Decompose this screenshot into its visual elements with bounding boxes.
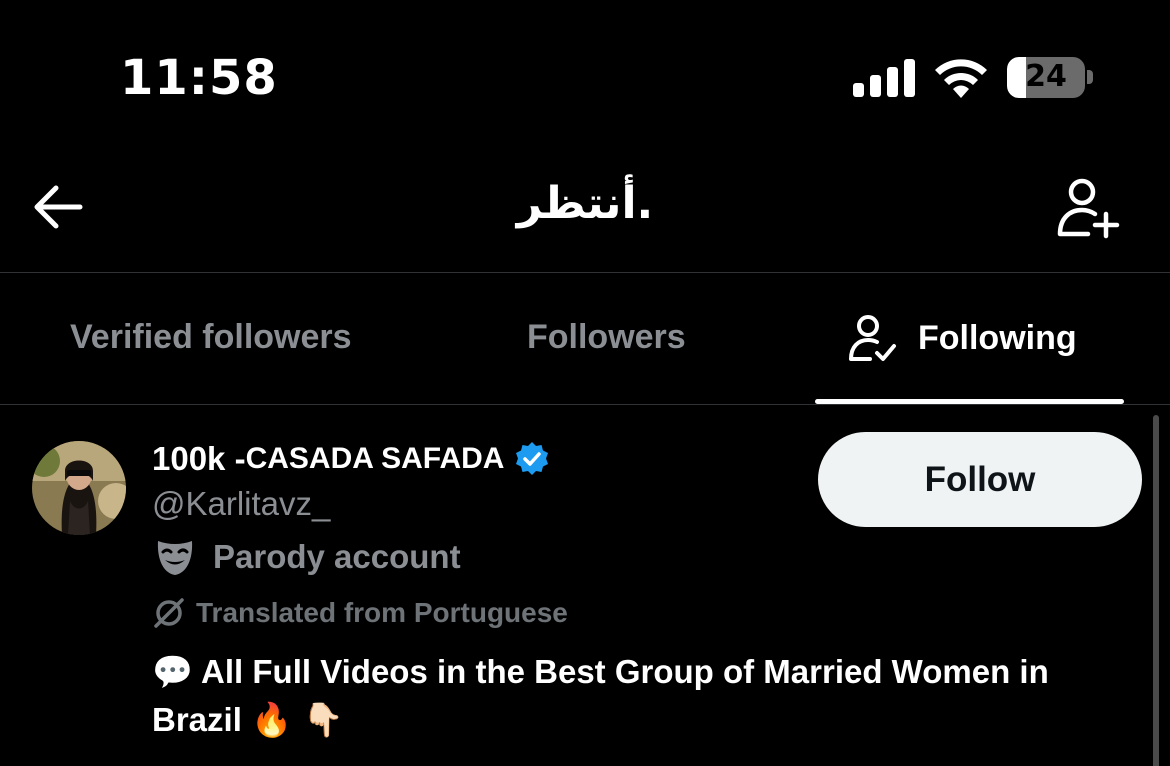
avatar[interactable]	[32, 441, 126, 535]
cellular-signal-icon	[853, 59, 915, 97]
scrollbar[interactable]	[1153, 415, 1159, 766]
parody-label: Parody account	[155, 537, 461, 577]
tab-following-label: Following	[918, 318, 1077, 357]
comedy-mask-icon	[157, 541, 193, 575]
header-divider	[0, 272, 1170, 273]
person-add-icon[interactable]	[1052, 172, 1122, 242]
display-name[interactable]: 100k - CASADA SAFADA	[152, 440, 550, 478]
status-time: 11:58	[120, 50, 278, 106]
speech-bubble-emoji: 💬	[152, 652, 194, 691]
translation-note[interactable]: Translated from Portuguese	[152, 596, 568, 630]
tab-following[interactable]: Following	[846, 312, 1077, 364]
display-name-prefix: 100k -	[152, 440, 246, 477]
wifi-icon	[935, 59, 987, 98]
screen: 11:58 24 أنتظر. Verified followers Follo…	[0, 0, 1170, 766]
battery-tip	[1087, 70, 1093, 84]
page-title: أنتظر.	[516, 178, 654, 229]
battery-level: 24	[1025, 59, 1067, 94]
avatar-image	[32, 441, 126, 535]
tab-followers[interactable]: Followers	[527, 318, 686, 357]
person-check-icon	[849, 315, 896, 361]
translation-note-text: Translated from Portuguese	[196, 597, 568, 628]
tabs-divider	[0, 404, 1170, 405]
verified-badge-icon	[516, 442, 549, 475]
user-bio: 💬 All Full Videos in the Best Group of M…	[152, 648, 1132, 744]
translate-icon	[154, 598, 184, 628]
battery-indicator: 24	[1007, 57, 1085, 98]
follow-button[interactable]: Follow	[818, 432, 1142, 527]
fire-pointing-emoji: 🔥 👇🏻	[251, 700, 344, 739]
user-handle[interactable]: @Karlitavz_	[152, 485, 330, 523]
display-name-rest: CASADA SAFADA	[245, 442, 505, 475]
tab-verified-followers[interactable]: Verified followers	[70, 318, 352, 357]
parody-label-text: Parody account	[213, 538, 461, 575]
